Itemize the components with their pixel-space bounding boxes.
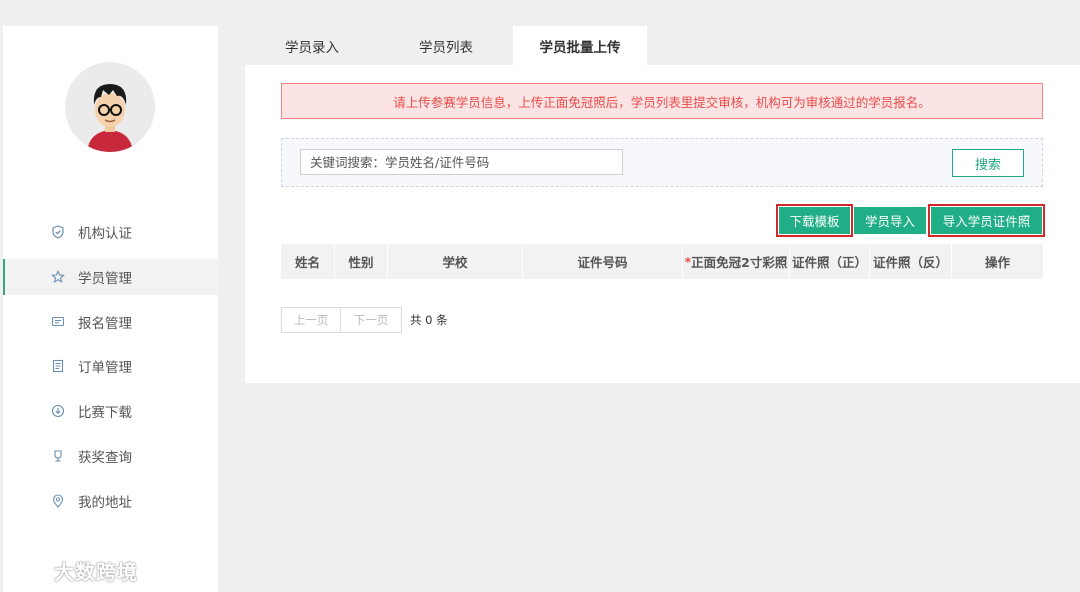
sidebar-item-label: 比赛下载: [78, 405, 132, 422]
import-id-photos-button[interactable]: 导入学员证件照: [928, 204, 1045, 237]
column-header-id-front: 证件照（正）: [790, 244, 870, 279]
search-button[interactable]: 搜索: [952, 149, 1024, 177]
watermark-logo-icon: [10, 559, 48, 580]
tab-student-list[interactable]: 学员列表: [379, 26, 513, 65]
sidebar-menu: 机构认证 学员管理 报名管理 订单管理 比赛下载 获奖查询 我的地址: [3, 214, 218, 528]
sidebar-item-label: 我的地址: [78, 494, 132, 511]
pagination: 上一页 下一页 共 0 条: [281, 307, 448, 333]
message-icon: [51, 315, 65, 329]
column-header-gender: 性别: [335, 244, 388, 279]
location-icon: [51, 494, 65, 508]
column-header-actions: 操作: [984, 255, 1010, 270]
column-header-school: 学校: [388, 244, 523, 279]
sidebar-item-my-address[interactable]: 我的地址: [3, 483, 218, 519]
next-page-button[interactable]: 下一页: [341, 307, 402, 333]
download-template-button[interactable]: 下载模板: [776, 204, 853, 237]
import-students-button[interactable]: 学员导入: [854, 207, 926, 234]
total-count: 共 0 条: [410, 313, 448, 327]
sidebar-item-competition-download[interactable]: 比赛下载: [3, 393, 218, 429]
column-header-name: 姓名: [281, 244, 335, 279]
sidebar-item-label: 订单管理: [78, 360, 132, 377]
notice-banner: 请上传参赛学员信息，上传正面免冠照后，学员列表里提交审核，机构可为审核通过的学员…: [281, 83, 1043, 119]
column-header-id-back: 证件照（反）: [870, 244, 952, 279]
column-header-photo: * 正面免冠2寸彩照: [683, 244, 790, 279]
trophy-icon: [51, 449, 65, 463]
sidebar-item-org-verification[interactable]: 机构认证: [3, 214, 218, 250]
tab-student-entry[interactable]: 学员录入: [245, 26, 379, 65]
sidebar-item-student-management[interactable]: 学员管理: [3, 258, 218, 295]
sidebar-item-label: 获奖查询: [78, 449, 132, 466]
sidebar: 机构认证 学员管理 报名管理 订单管理 比赛下载 获奖查询 我的地址: [3, 26, 218, 592]
download-icon: [51, 404, 65, 418]
search-bar: 搜索: [281, 138, 1043, 187]
sidebar-item-label: 学员管理: [78, 270, 132, 287]
tab-student-batch-upload[interactable]: 学员批量上传: [513, 26, 647, 65]
watermark: 大数跨境: [8, 556, 138, 585]
search-input[interactable]: [300, 149, 623, 175]
column-header-photo-label: 正面免冠2寸彩照: [691, 255, 788, 270]
watermark-text: 大数跨境: [54, 560, 138, 584]
sidebar-item-award-query[interactable]: 获奖查询: [3, 438, 218, 474]
shield-check-icon: [51, 225, 65, 239]
table-header: 姓名 性别 学校 证件号码 * 正面免冠2寸彩照 证件照（正） 证件照（反） 操作: [281, 244, 1043, 279]
sidebar-item-registration-management[interactable]: 报名管理: [3, 304, 218, 340]
avatar[interactable]: [65, 62, 155, 152]
prev-page-button[interactable]: 上一页: [281, 307, 341, 333]
sidebar-item-label: 机构认证: [78, 226, 132, 242]
column-header-id-number: 证件号码: [523, 244, 683, 279]
tab-bar: 学员录入 学员列表 学员批量上传: [245, 26, 647, 65]
star-icon: [51, 269, 65, 284]
sidebar-item-order-management[interactable]: 订单管理: [3, 348, 218, 384]
sidebar-item-label: 报名管理: [78, 315, 132, 332]
avatar-icon: [87, 84, 133, 152]
document-icon: [51, 359, 65, 373]
main-panel: 请上传参赛学员信息，上传正面免冠照后，学员列表里提交审核，机构可为审核通过的学员…: [245, 65, 1080, 383]
